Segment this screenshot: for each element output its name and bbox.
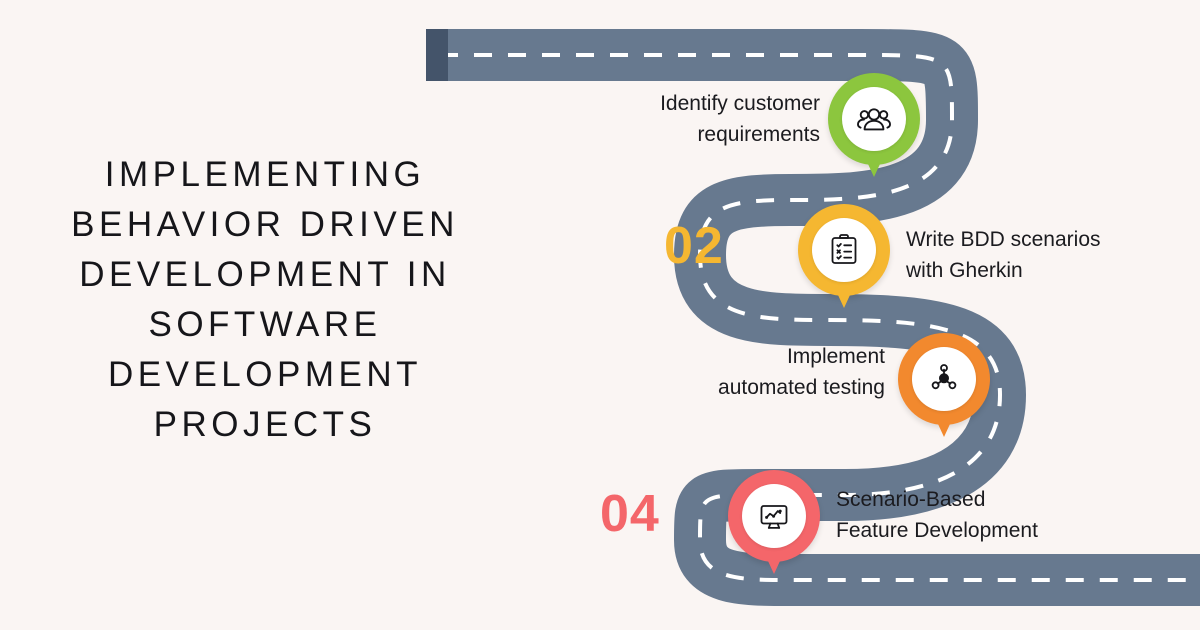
step-marker-4[interactable] bbox=[728, 470, 820, 574]
step-pin-tail-1 bbox=[862, 151, 886, 177]
step-label-3: Implement automated testing bbox=[718, 345, 885, 399]
step-icon-container-1 bbox=[842, 87, 906, 151]
infographic-canvas: Implementing Behavior Driven Development… bbox=[0, 0, 1200, 630]
network-nodes-icon bbox=[925, 360, 963, 398]
step-label-2: Write BDD scenarios with Gherkin bbox=[906, 228, 1101, 282]
step-number-2: 02 bbox=[664, 217, 724, 275]
monitor-chart-icon bbox=[755, 497, 793, 535]
step-icon-container-4 bbox=[742, 484, 806, 548]
step-marker-3[interactable] bbox=[898, 333, 990, 437]
step-number-4: 04 bbox=[600, 485, 660, 543]
step-icon-container-3 bbox=[912, 347, 976, 411]
step-pin-tail-3 bbox=[932, 411, 956, 437]
clipboard-checklist-icon bbox=[825, 231, 863, 269]
step-icon-container-2 bbox=[812, 218, 876, 282]
step-marker-2[interactable] bbox=[798, 204, 890, 308]
step-label-1: Identify customer requirements bbox=[660, 92, 820, 146]
step-pin-tail-2 bbox=[832, 282, 856, 308]
road-start-cap bbox=[426, 29, 448, 81]
step-label-4: Scenario-Based Feature Development bbox=[836, 488, 1038, 542]
people-group-icon bbox=[854, 99, 894, 139]
step-marker-1[interactable] bbox=[828, 73, 920, 177]
step-pin-tail-4 bbox=[762, 548, 786, 574]
